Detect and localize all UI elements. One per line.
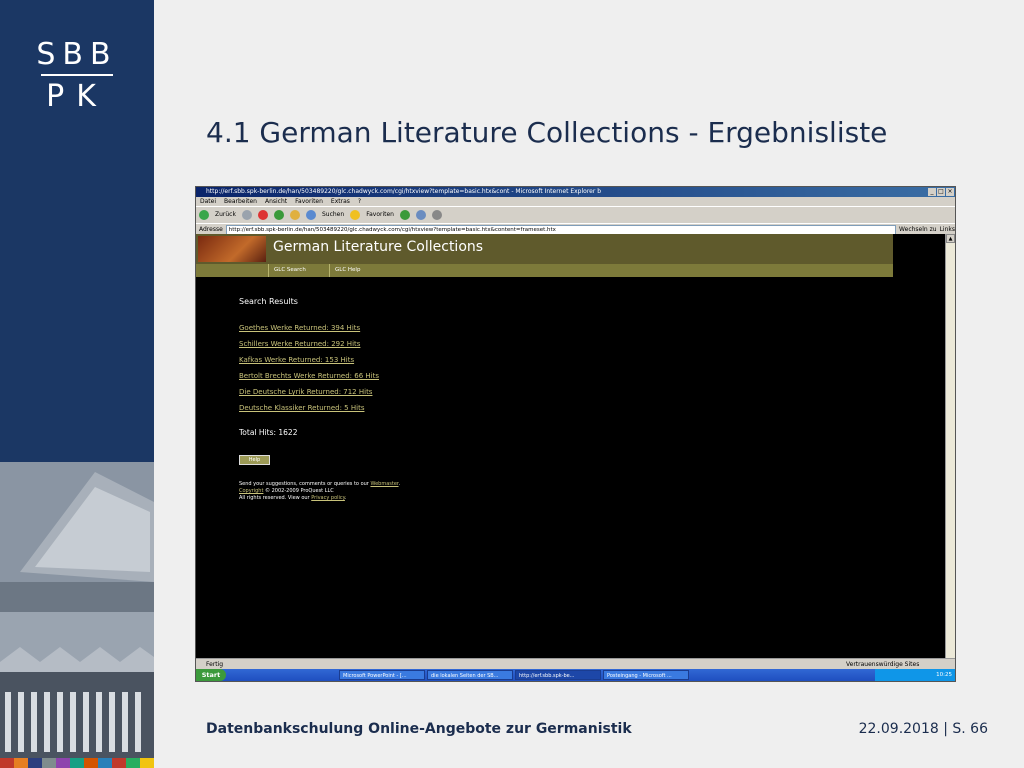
- forward-icon[interactable]: [241, 210, 252, 220]
- taskbar: Start Microsoft PowerPoint - [... die lo…: [196, 669, 955, 681]
- back-button[interactable]: Zurück: [215, 207, 236, 223]
- footer-right: 22.09.2018 | S. 66: [858, 721, 988, 737]
- taskbar-item[interactable]: http://erf.sbb.spk-be...: [515, 670, 601, 680]
- site-header: German Literature Collections: [196, 234, 893, 264]
- slide-title: 4.1 German Literature Collections - Erge…: [206, 116, 888, 149]
- result-link[interactable]: Schillers Werke Returned: 292 Hits: [239, 340, 360, 348]
- total-hits: Total Hits: 1622: [239, 428, 298, 437]
- history-icon[interactable]: [399, 210, 410, 220]
- fine-3-prefix: All rights reserved. View our: [239, 495, 312, 501]
- home-icon[interactable]: [289, 210, 300, 220]
- toolbar: Zurück Suchen Favoriten: [196, 206, 955, 223]
- taskbar-item[interactable]: Posteingang - Microsoft ...: [603, 670, 689, 680]
- building-photo: [0, 462, 154, 768]
- favorites-icon[interactable]: [350, 210, 361, 220]
- menu-ansicht[interactable]: Ansicht: [265, 197, 287, 206]
- maximize-icon[interactable]: □: [937, 188, 945, 196]
- search-button[interactable]: Suchen: [322, 207, 344, 223]
- fine-3-suffix: .: [344, 495, 347, 501]
- system-tray: 10:25: [875, 669, 955, 681]
- color-strip: [0, 758, 154, 768]
- site-title: German Literature Collections: [273, 239, 484, 255]
- fine-print-1: Send your suggestions, comments or queri…: [239, 481, 400, 487]
- stop-icon[interactable]: [257, 210, 268, 220]
- webmaster-link[interactable]: Webmaster: [370, 481, 398, 487]
- sidebar: SBB PK: [0, 0, 154, 768]
- result-link[interactable]: Deutsche Klassiker Returned: 5 Hits: [239, 404, 364, 412]
- menu-bearbeiten[interactable]: Bearbeiten: [224, 197, 257, 206]
- menu-favoriten[interactable]: Favoriten: [295, 197, 323, 206]
- logo-line-2: PK: [46, 79, 108, 114]
- vertical-scrollbar[interactable]: ▲: [945, 234, 955, 658]
- browser-title-bar: http://erf.sbb.spk-berlin.de/han/5034892…: [196, 187, 955, 197]
- fine-print-2: Copyright © 2002-2009 ProQuest LLC: [239, 488, 334, 494]
- mail-icon[interactable]: [415, 210, 426, 220]
- clock: 10:25: [936, 672, 952, 678]
- result-link[interactable]: Goethes Werke Returned: 394 Hits: [239, 324, 360, 332]
- search-icon[interactable]: [305, 210, 316, 220]
- page-content: German Literature Collections GLC Search…: [196, 234, 947, 658]
- nav-glc-search[interactable]: GLC Search: [268, 264, 311, 277]
- address-input[interactable]: http://erf.sbb.spk-berlin.de/han/5034892…: [225, 224, 897, 235]
- copyright-link[interactable]: Copyright: [239, 488, 263, 494]
- taskbar-item[interactable]: die lokalen Seiten der SB...: [427, 670, 513, 680]
- start-button[interactable]: Start: [196, 669, 226, 681]
- site-nav: GLC Search GLC Help: [196, 264, 893, 277]
- menu-help[interactable]: ?: [358, 197, 361, 206]
- close-icon[interactable]: ×: [946, 188, 954, 196]
- result-link[interactable]: Kafkas Werke Returned: 153 Hits: [239, 356, 354, 364]
- print-icon[interactable]: [431, 210, 442, 220]
- fine-print-3: All rights reserved. View our Privacy po…: [239, 495, 347, 501]
- book-image: [198, 236, 266, 262]
- fine-1-suffix: .: [398, 481, 401, 487]
- minimize-icon[interactable]: _: [928, 188, 936, 196]
- scroll-up-icon[interactable]: ▲: [946, 234, 955, 243]
- nav-glc-help[interactable]: GLC Help: [329, 264, 365, 277]
- copyright-text: © 2002-2009 ProQuest LLC: [263, 488, 334, 494]
- back-icon[interactable]: [199, 210, 209, 220]
- browser-title: http://erf.sbb.spk-berlin.de/han/5034892…: [206, 188, 602, 195]
- favorites-button[interactable]: Favoriten: [366, 207, 394, 223]
- sbb-pk-logo: SBB PK: [0, 38, 154, 114]
- taskbar-item[interactable]: Microsoft PowerPoint - [...: [339, 670, 425, 680]
- logo-rule: [41, 74, 113, 76]
- result-link[interactable]: Die Deutsche Lyrik Returned: 712 Hits: [239, 388, 372, 396]
- menu-datei[interactable]: Datei: [200, 197, 216, 206]
- refresh-icon[interactable]: [273, 210, 284, 220]
- privacy-link[interactable]: Privacy policy: [311, 495, 345, 501]
- menu-extras[interactable]: Extras: [331, 197, 350, 206]
- browser-window: http://erf.sbb.spk-berlin.de/han/5034892…: [195, 186, 956, 682]
- footer-left: Datenbankschulung Online-Angebote zur Ge…: [206, 721, 632, 737]
- fine-1-prefix: Send your suggestions, comments or queri…: [239, 481, 371, 487]
- result-link[interactable]: Bertolt Brechts Werke Returned: 66 Hits: [239, 372, 379, 380]
- help-button[interactable]: Help: [239, 455, 270, 465]
- logo-line-1: SBB: [36, 37, 118, 72]
- menu-bar: Datei Bearbeiten Ansicht Favoriten Extra…: [196, 197, 955, 206]
- results-heading: Search Results: [239, 297, 298, 306]
